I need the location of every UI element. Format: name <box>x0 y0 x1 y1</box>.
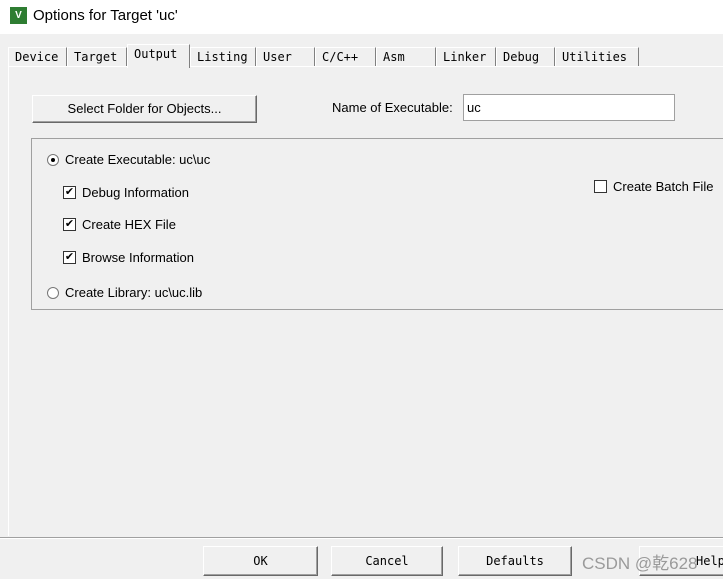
ok-button[interactable]: OK <box>203 546 318 576</box>
select-folder-button[interactable]: Select Folder for Objects... <box>32 95 257 123</box>
checkmark-icon: ✔ <box>63 186 76 199</box>
browse-information-checkbox[interactable]: ✔ Browse Information <box>63 250 194 265</box>
tab-target[interactable]: Target <box>67 47 127 67</box>
tab-asm[interactable]: Asm <box>376 47 436 67</box>
tab-user[interactable]: User <box>256 47 315 67</box>
create-executable-radio[interactable]: Create Executable: uc\uc <box>47 152 210 167</box>
checkmark-icon: ✔ <box>63 218 76 231</box>
create-batch-file-checkbox[interactable]: Create Batch File <box>594 179 713 194</box>
tab-device[interactable]: Device <box>8 47 67 67</box>
name-of-executable-input[interactable] <box>463 94 675 121</box>
tab-utilities[interactable]: Utilities <box>555 47 639 67</box>
defaults-button[interactable]: Defaults <box>458 546 572 576</box>
checkbox-empty-icon <box>594 180 607 193</box>
cancel-button[interactable]: Cancel <box>331 546 443 576</box>
create-hex-checkbox[interactable]: ✔ Create HEX File <box>63 217 176 232</box>
divider <box>0 537 723 539</box>
tab-output[interactable]: Output <box>127 44 190 68</box>
tab-linker[interactable]: Linker <box>436 47 496 67</box>
checkmark-icon: ✔ <box>63 251 76 264</box>
tab-listing[interactable]: Listing <box>190 47 256 67</box>
tab-c-cpp[interactable]: C/C++ <box>315 47 376 67</box>
radio-unselected-icon <box>47 286 59 299</box>
name-of-executable-label: Name of Executable: <box>332 100 453 115</box>
keil-uvision-icon: V <box>10 7 27 24</box>
title-bar: V Options for Target 'uc' <box>0 0 723 34</box>
window-title: Options for Target 'uc' <box>33 7 178 24</box>
radio-selected-icon <box>47 153 59 166</box>
watermark: CSDN @乾628 <box>582 554 698 573</box>
debug-information-checkbox[interactable]: ✔ Debug Information <box>63 185 189 200</box>
create-library-radio[interactable]: Create Library: uc\uc.lib <box>47 285 202 300</box>
tab-debug[interactable]: Debug <box>496 47 555 67</box>
